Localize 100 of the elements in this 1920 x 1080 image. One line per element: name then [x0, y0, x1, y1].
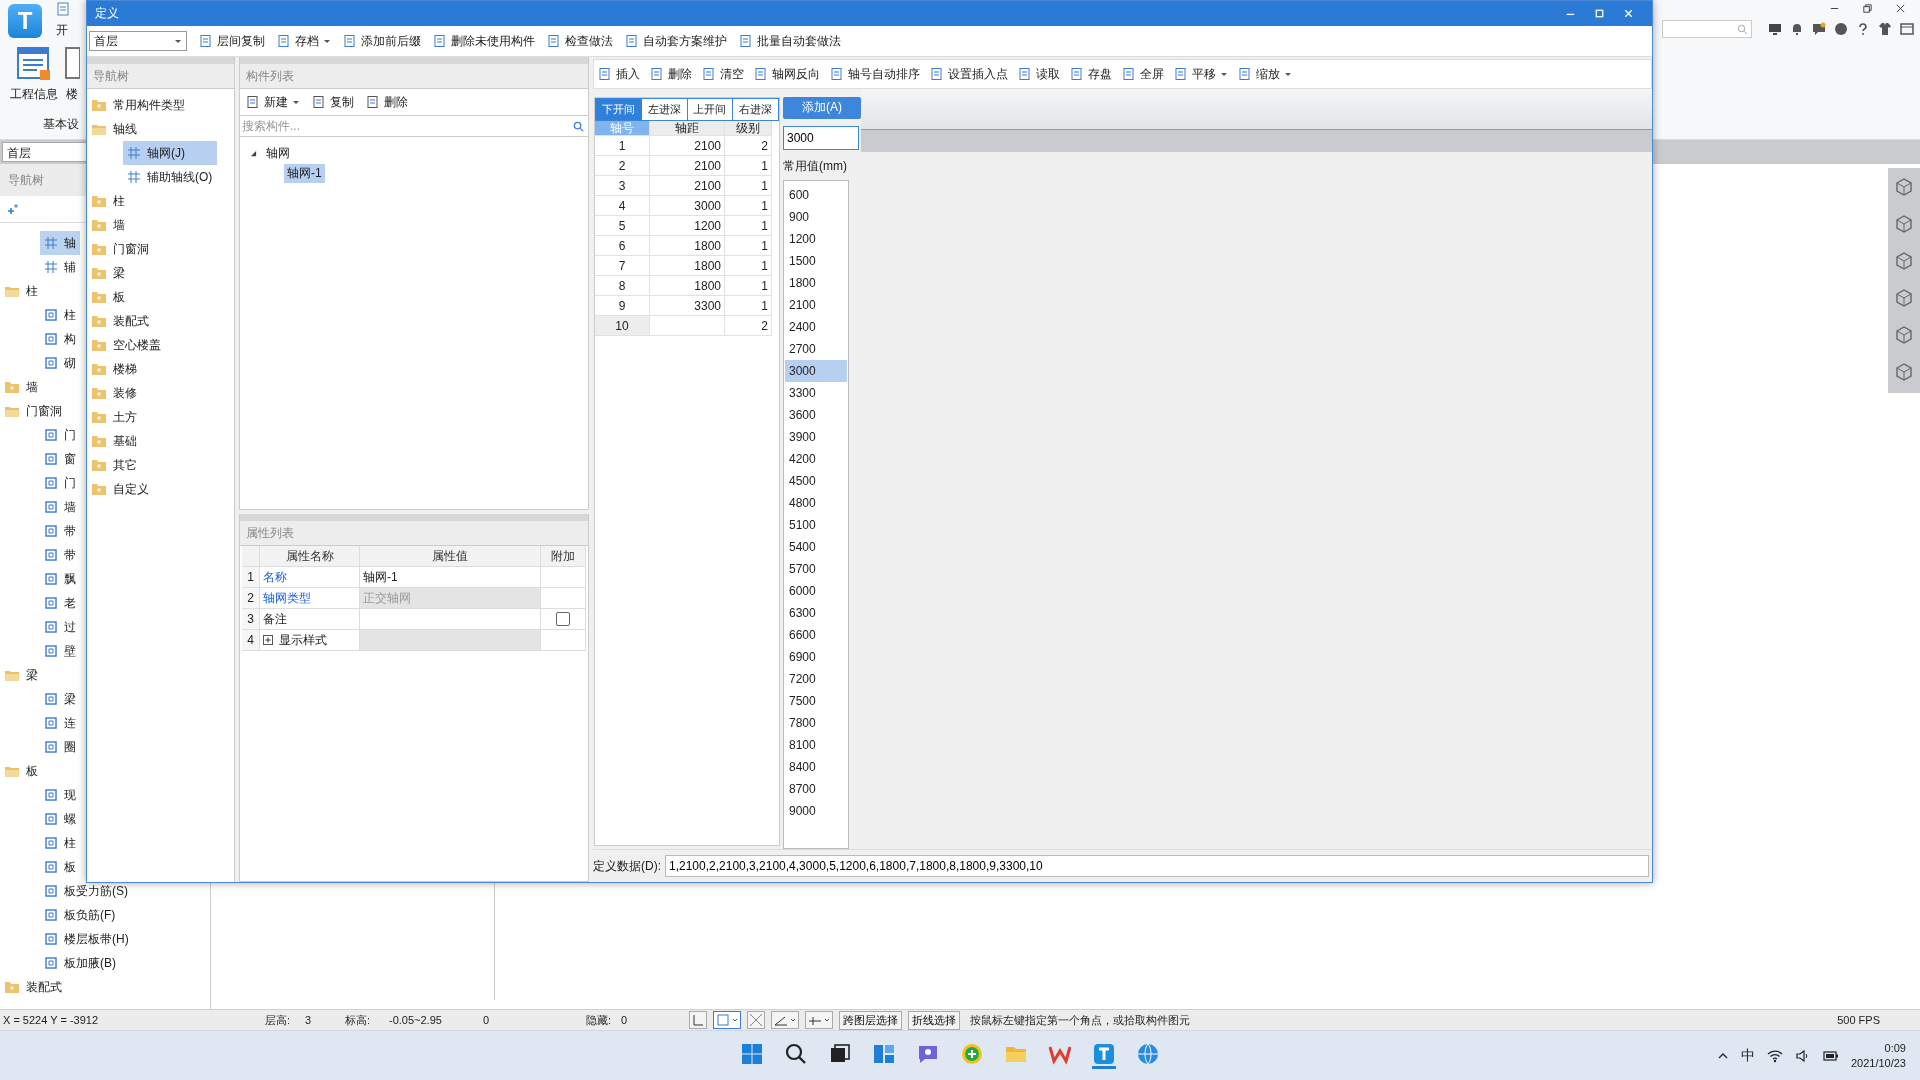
- clock[interactable]: 0:09 2021/10/23: [1850, 1040, 1906, 1071]
- toolbar-button[interactable]: 删除未使用构件: [429, 30, 539, 52]
- cube-icon[interactable]: [1894, 287, 1914, 307]
- tree-item[interactable]: 板: [87, 285, 234, 309]
- toolbar-button[interactable]: 检查做法: [543, 30, 617, 52]
- select-box-icon[interactable]: [713, 1011, 741, 1029]
- input-method-text[interactable]: 中: [1740, 1046, 1755, 1065]
- tree-item[interactable]: 门: [40, 471, 80, 495]
- plus-circle-icon[interactable]: [960, 1042, 984, 1066]
- tree-item[interactable]: 带: [40, 519, 80, 543]
- list-item[interactable]: 6000: [785, 579, 847, 602]
- tree-item[interactable]: 轴: [40, 231, 80, 255]
- tree-item[interactable]: 带: [40, 543, 80, 567]
- list-item[interactable]: 9000: [785, 799, 847, 822]
- tree-item[interactable]: 柱: [40, 303, 80, 327]
- tree-item[interactable]: 板: [40, 855, 80, 879]
- tree-item[interactable]: 墙: [0, 375, 42, 399]
- property-name[interactable]: 名称: [260, 567, 360, 588]
- list-item[interactable]: 1800: [785, 271, 847, 294]
- list-item[interactable]: 1500: [785, 249, 847, 272]
- tree-item[interactable]: 壁: [40, 639, 80, 663]
- toolbar-button[interactable]: 全屏: [1118, 63, 1168, 85]
- tree-item[interactable]: 梁: [40, 687, 80, 711]
- tree-item[interactable]: 梁: [87, 261, 234, 285]
- expand-arrow-icon[interactable]: [250, 149, 257, 157]
- ribbon-button[interactable]: 楼: [60, 42, 82, 104]
- list-item[interactable]: 5700: [785, 557, 847, 580]
- toolbar-button[interactable]: 添加前后缀: [339, 30, 425, 52]
- tree-item[interactable]: 辅: [40, 255, 80, 279]
- shirt-icon[interactable]: [1878, 22, 1892, 36]
- tree-item[interactable]: 飘: [40, 567, 80, 591]
- app-icon[interactable]: [1092, 1042, 1116, 1069]
- search-field[interactable]: [1662, 20, 1752, 38]
- tree-item[interactable]: 轴线: [87, 117, 234, 141]
- list-item[interactable]: 8100: [785, 733, 847, 756]
- list-item[interactable]: 1200: [785, 227, 847, 250]
- tree-item[interactable]: 过: [40, 615, 80, 639]
- monitor-icon[interactable]: [1768, 22, 1782, 36]
- tree-item[interactable]: 其它: [87, 453, 234, 477]
- tree-item[interactable]: 门窗洞: [0, 399, 66, 423]
- tree-item[interactable]: 土方: [87, 405, 234, 429]
- toolbar-button[interactable]: 设置插入点: [926, 63, 1012, 85]
- tree-item[interactable]: 板: [0, 759, 42, 783]
- tree-item[interactable]: 楼层板带(H): [40, 927, 133, 951]
- tree-item[interactable]: 梁: [0, 663, 42, 687]
- tree-item[interactable]: 门窗洞: [87, 237, 234, 261]
- cube-icon[interactable]: [1894, 361, 1914, 381]
- ribbon-tab[interactable]: 开: [56, 22, 70, 39]
- column-header[interactable]: 轴距: [650, 121, 725, 136]
- cube-icon[interactable]: [1894, 324, 1914, 344]
- tree-item[interactable]: 板受力筋(S): [40, 879, 132, 903]
- value-input[interactable]: 3000: [783, 125, 859, 150]
- cube-icon[interactable]: [1894, 176, 1914, 196]
- window-icon[interactable]: [1900, 22, 1914, 36]
- toolbar-button[interactable]: 批量自动套做法: [735, 30, 845, 52]
- restore-icon[interactable]: [1862, 3, 1873, 14]
- list-item[interactable]: 6300: [785, 601, 847, 624]
- status-button[interactable]: 折线选择: [908, 1010, 960, 1030]
- list-item[interactable]: 600: [785, 183, 847, 206]
- list-item[interactable]: 6600: [785, 623, 847, 646]
- column-header[interactable]: 级别: [725, 121, 772, 136]
- list-item[interactable]: 3600: [785, 403, 847, 426]
- close-icon[interactable]: [1895, 3, 1906, 14]
- definition-input[interactable]: 1,2100,2,2100,3,2100,4,3000,5,1200,6,1800,7,1800,8,1800,9,3300,10: [665, 855, 1649, 877]
- tree-item[interactable]: 砌: [40, 351, 80, 375]
- maximize-icon[interactable]: [1594, 8, 1605, 19]
- tree-item[interactable]: 轴网: [263, 143, 293, 163]
- list-item[interactable]: 4200: [785, 447, 847, 470]
- list-item[interactable]: 4500: [785, 469, 847, 492]
- tree-item[interactable]: 螺: [40, 807, 80, 831]
- tree-item[interactable]: 圈: [40, 735, 80, 759]
- toolbar-button[interactable]: 平移: [1170, 63, 1232, 85]
- tree-item[interactable]: 空心楼盖: [87, 333, 234, 357]
- list-item[interactable]: 2700: [785, 337, 847, 360]
- status-button[interactable]: 跨图层选择: [839, 1010, 902, 1030]
- tree-item[interactable]: 墙: [40, 495, 80, 519]
- toolbar-button[interactable]: 轴号自动排序: [826, 63, 924, 85]
- toolbar-button[interactable]: 轴网反向: [750, 63, 824, 85]
- tree-item[interactable]: 现: [40, 783, 80, 807]
- bell-icon[interactable]: [1790, 22, 1804, 36]
- angle-icon[interactable]: [771, 1011, 799, 1029]
- tree-item[interactable]: 轴网-1: [284, 163, 325, 183]
- globe-icon[interactable]: [1136, 1042, 1160, 1066]
- toolbar-button[interactable]: 层间复制: [195, 30, 269, 52]
- toolbar-button[interactable]: 自动套方案维护: [621, 30, 731, 52]
- chat-icon[interactable]: [1812, 22, 1826, 36]
- tree-item[interactable]: 装修: [87, 381, 234, 405]
- search-field[interactable]: 搜索构件...: [240, 119, 573, 133]
- toolbar-button[interactable]: 清空: [698, 63, 748, 85]
- tree-item[interactable]: 连: [40, 711, 80, 735]
- list-item[interactable]: 5100: [785, 513, 847, 536]
- tree-item[interactable]: 柱: [0, 279, 42, 303]
- tree-item[interactable]: 门: [40, 423, 80, 447]
- list-item[interactable]: 3900: [785, 425, 847, 448]
- floor-select[interactable]: 首层: [89, 31, 187, 51]
- tree-item[interactable]: 窗: [40, 447, 80, 471]
- toolbar-button[interactable]: 删除: [362, 91, 412, 113]
- list-item[interactable]: 2400: [785, 315, 847, 338]
- toolbar-button[interactable]: 缩放: [1234, 63, 1296, 85]
- tab[interactable]: 下开间: [596, 99, 642, 120]
